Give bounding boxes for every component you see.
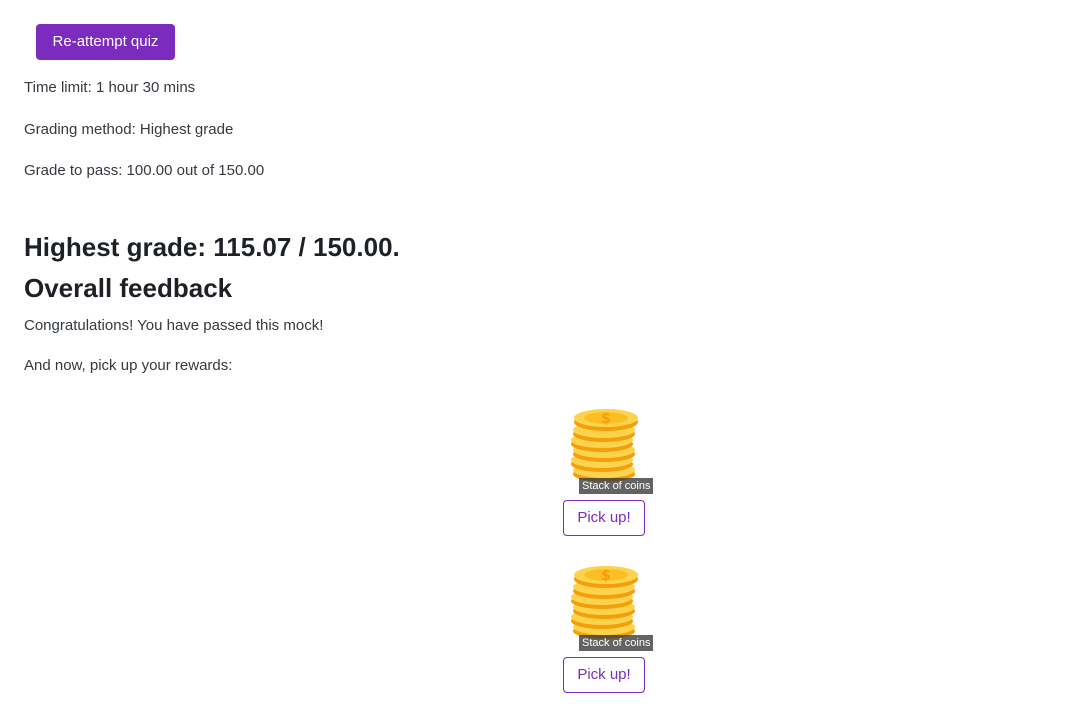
pick-up-button[interactable]: Pick up!	[563, 500, 645, 536]
coin-image-caption: Stack of coins	[579, 635, 654, 651]
coin-stack-icon: $	[566, 555, 656, 645]
svg-text:$: $	[601, 568, 611, 584]
grading-method-text: Grading method: Highest grade	[24, 121, 234, 138]
time-limit-text: Time limit: 1 hour 30 mins	[24, 79, 196, 96]
feedback-message: Congratulations! You have passed this mo…	[24, 317, 324, 334]
rewards-prompt: And now, pick up your rewards:	[24, 357, 233, 374]
reattempt-quiz-button[interactable]: Re-attempt quiz	[36, 24, 175, 60]
grade-to-pass-text: Grade to pass: 100.00 out of 150.00	[24, 162, 265, 179]
overall-feedback-heading: Overall feedback	[24, 273, 233, 303]
coin-stack-icon: $	[566, 398, 656, 488]
quiz-summary-page: Re-attempt quiz Time limit: 1 hour 30 mi…	[0, 0, 1065, 709]
coin-image-caption: Stack of coins	[579, 478, 654, 494]
svg-text:$: $	[601, 411, 611, 427]
highest-grade-heading: Highest grade: 115.07 / 150.00.	[24, 232, 400, 262]
pick-up-button[interactable]: Pick up!	[563, 657, 645, 693]
